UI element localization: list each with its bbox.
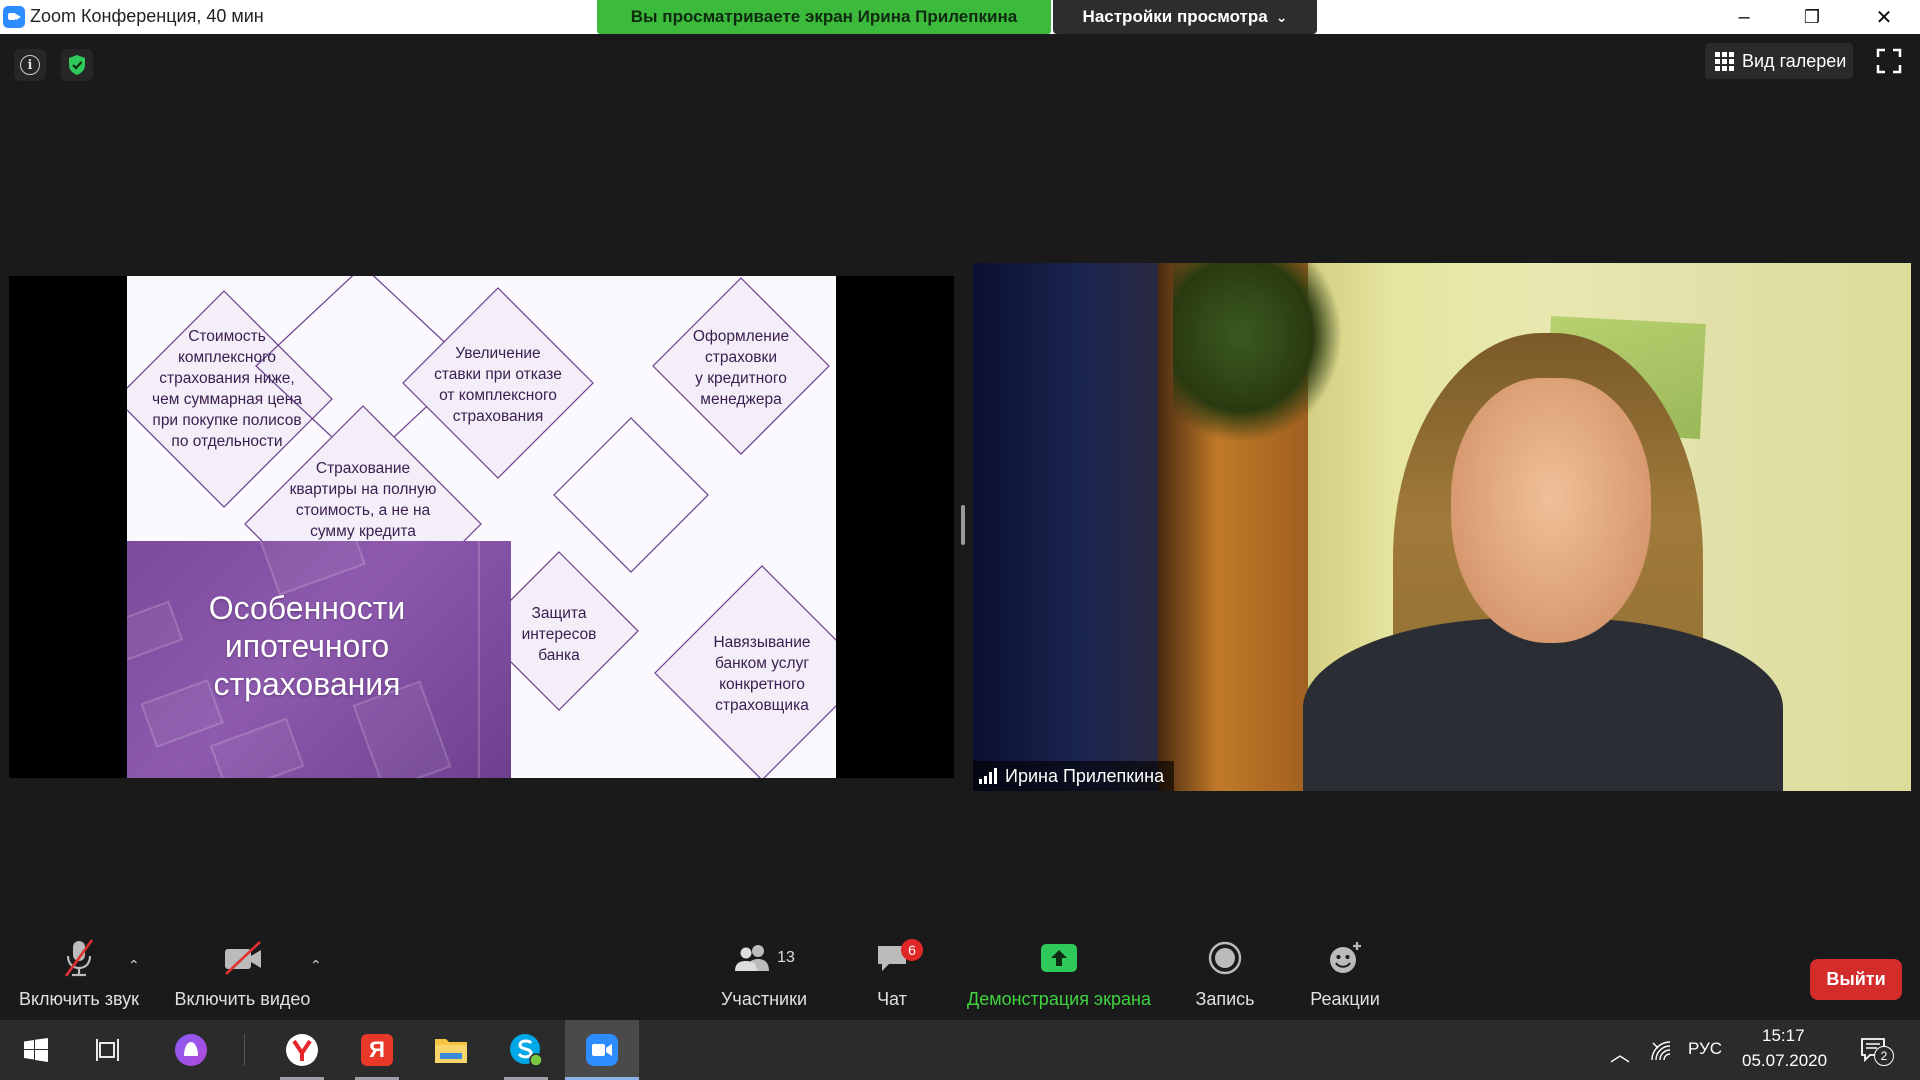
diamond-text: Защита интересов банка <box>521 605 597 664</box>
zoom-icon <box>586 1034 618 1066</box>
participant-name-tag: Ирина Прилепкина <box>973 761 1175 791</box>
alice-assistant-button[interactable] <box>161 1020 221 1080</box>
participants-icon <box>735 945 770 971</box>
view-options-button[interactable]: Настройки просмотра ⌄ <box>1053 0 1317 34</box>
chat-unread-badge: 6 <box>901 939 923 961</box>
zoom-taskbar-button[interactable] <box>565 1020 639 1080</box>
video-background <box>1173 263 1343 443</box>
clock-time[interactable]: 15:17 <box>1762 1026 1805 1046</box>
slide-title-panel: Особенности ипотечного страхования <box>127 541 511 778</box>
alice-assistant-icon <box>175 1034 207 1066</box>
signal-strength-icon <box>979 768 997 784</box>
gallery-view-label: Вид галереи <box>1742 50 1847 71</box>
record-button[interactable]: Запись <box>1190 935 1260 1020</box>
participant-video[interactable]: Ирина Прилепкина <box>973 263 1911 791</box>
view-options-label: Настройки просмотра <box>1082 7 1268 26</box>
video-camera-off-icon <box>224 941 261 975</box>
video-person <box>1303 618 1783 791</box>
diamond-text: Навязывание банком услуг конкретного стр… <box>713 634 811 714</box>
microphone-muted-icon <box>64 939 94 977</box>
meeting-info-button[interactable]: i <box>14 49 46 81</box>
window-title: Zoom Конференция, 40 мин <box>30 6 264 26</box>
chevron-down-icon: ⌄ <box>1275 8 1288 25</box>
diamond-text: Стоимость комплексного страхования ниже,… <box>152 328 302 450</box>
zoom-app-icon <box>3 6 25 28</box>
reactions-button[interactable]: Реакции <box>1304 935 1386 1020</box>
start-video-button[interactable]: Включить видео <box>170 935 315 1020</box>
windows-taskbar: Я ︿ РУС 15:17 05.07.2020 2 <box>0 1020 1920 1080</box>
skype-button[interactable] <box>496 1020 556 1080</box>
diamond-text: Увеличение ставки при отказе от комплекс… <box>434 345 562 425</box>
action-center-button[interactable]: 2 <box>1860 1036 1894 1066</box>
presentation-slide: Стоимость комплексного страхования ниже,… <box>127 276 836 778</box>
participants-label: Участники <box>721 989 807 1009</box>
video-options-caret-icon[interactable]: ⌃ <box>310 957 322 974</box>
yandex-icon: Я <box>361 1034 393 1066</box>
share-screen-icon <box>1041 944 1077 972</box>
title-bar: Zoom Конференция, 40 мин Вы просматривае… <box>0 0 1920 34</box>
yandex-browser-icon <box>286 1034 318 1066</box>
share-screen-button[interactable]: Демонстрация экрана <box>961 935 1157 1020</box>
record-label: Запись <box>1195 989 1255 1009</box>
slide-title: Особенности ипотечного страхования <box>208 590 406 702</box>
screen-share-banner: Вы просматриваете экран Ирина Прилепкина <box>597 0 1051 34</box>
participants-button[interactable]: 13 Участники <box>716 935 812 1020</box>
shield-check-icon <box>69 55 85 75</box>
participants-count: 13 <box>777 949 795 966</box>
reactions-icon <box>1330 942 1361 973</box>
unmute-label: Включить звук <box>18 989 140 1009</box>
resize-splitter[interactable] <box>961 505 965 545</box>
diamond-shape <box>553 417 709 573</box>
record-icon <box>1208 941 1242 975</box>
folder-icon <box>435 1039 467 1063</box>
reactions-label: Реакции <box>1310 989 1380 1009</box>
yandex-app-button[interactable]: Я <box>347 1020 407 1080</box>
start-button[interactable] <box>6 1020 66 1080</box>
info-icon: i <box>20 55 40 75</box>
audio-options-caret-icon[interactable]: ⌃ <box>128 957 140 974</box>
grid-icon <box>1715 51 1734 71</box>
minimize-button[interactable]: – <box>1716 0 1772 34</box>
yandex-browser-button[interactable] <box>272 1020 332 1080</box>
network-icon[interactable] <box>1650 1040 1672 1062</box>
gallery-view-button[interactable]: Вид галереи <box>1705 43 1853 79</box>
start-video-label: Включить видео <box>174 989 311 1009</box>
video-background <box>973 263 1158 791</box>
diamond-text: Оформление страховки у кредитного менедж… <box>692 328 790 408</box>
windows-logo-icon <box>24 1038 48 1062</box>
restore-button[interactable]: ❐ <box>1784 0 1840 34</box>
task-view-icon <box>96 1039 119 1061</box>
task-view-button[interactable] <box>78 1020 138 1080</box>
tray-overflow-chevron-icon[interactable]: ︿ <box>1610 1038 1630 1067</box>
leave-meeting-button[interactable]: Выйти <box>1810 959 1902 1000</box>
unmute-button[interactable]: Включить звук <box>14 935 144 1020</box>
input-language[interactable]: РУС <box>1688 1039 1722 1059</box>
skype-icon <box>510 1034 543 1067</box>
chat-button[interactable]: 6 Чат <box>862 935 923 1020</box>
taskbar-divider <box>244 1034 245 1066</box>
fullscreen-icon[interactable] <box>1876 48 1902 74</box>
share-screen-label: Демонстрация экрана <box>967 989 1151 1009</box>
clock-date[interactable]: 05.07.2020 <box>1742 1051 1827 1071</box>
encryption-button[interactable] <box>61 49 93 81</box>
shared-screen: Стоимость комплексного страхования ниже,… <box>9 276 954 778</box>
notification-count-badge: 2 <box>1874 1046 1894 1066</box>
file-explorer-button[interactable] <box>421 1020 481 1080</box>
video-person <box>1451 378 1651 643</box>
diamond-text: Страхование квартиры на полную стоимость… <box>289 460 437 540</box>
chat-label: Чат <box>877 989 907 1009</box>
close-button[interactable]: ✕ <box>1856 0 1912 34</box>
participant-name: Ирина Прилепкина <box>1005 765 1165 786</box>
meeting-toolbar: Включить звук ⌃ Включить видео ⌃ 13 Учас… <box>0 935 1920 1020</box>
